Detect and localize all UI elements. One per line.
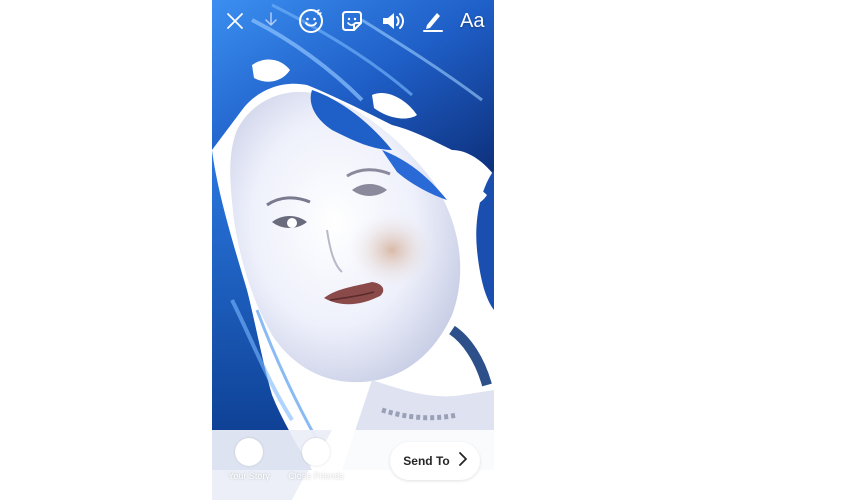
your-story-button[interactable]: Your Story — [214, 438, 284, 481]
sound-button[interactable] — [378, 6, 408, 36]
face-filter-icon — [298, 8, 324, 34]
speaker-icon — [380, 9, 406, 33]
close-friends-label: Close Friends — [288, 471, 344, 481]
close-button[interactable] — [220, 6, 250, 36]
pen-icon — [421, 9, 445, 33]
download-icon — [262, 11, 280, 31]
send-to-button[interactable]: Send To — [390, 442, 480, 480]
your-story-label: Your Story — [228, 471, 270, 481]
sticker-icon — [339, 8, 365, 34]
close-icon — [225, 11, 245, 31]
close-friends-button[interactable]: Close Friends — [281, 438, 351, 481]
page: Aa Your Story Close Friends Send To — [0, 0, 850, 500]
send-to-label: Send To — [403, 454, 450, 468]
face-filter-button[interactable] — [296, 6, 326, 36]
your-story-avatar — [235, 438, 263, 466]
sticker-button[interactable] — [337, 6, 367, 36]
chevron-right-icon — [458, 451, 467, 471]
download-button[interactable] — [256, 6, 286, 36]
close-friends-avatar — [302, 438, 330, 466]
story-photo — [212, 0, 494, 500]
text-tool-button[interactable]: Aa — [460, 9, 484, 33]
top-toolbar: Aa — [212, 0, 494, 44]
story-editor: Aa Your Story Close Friends Send To — [212, 0, 494, 500]
draw-button[interactable] — [418, 6, 448, 36]
